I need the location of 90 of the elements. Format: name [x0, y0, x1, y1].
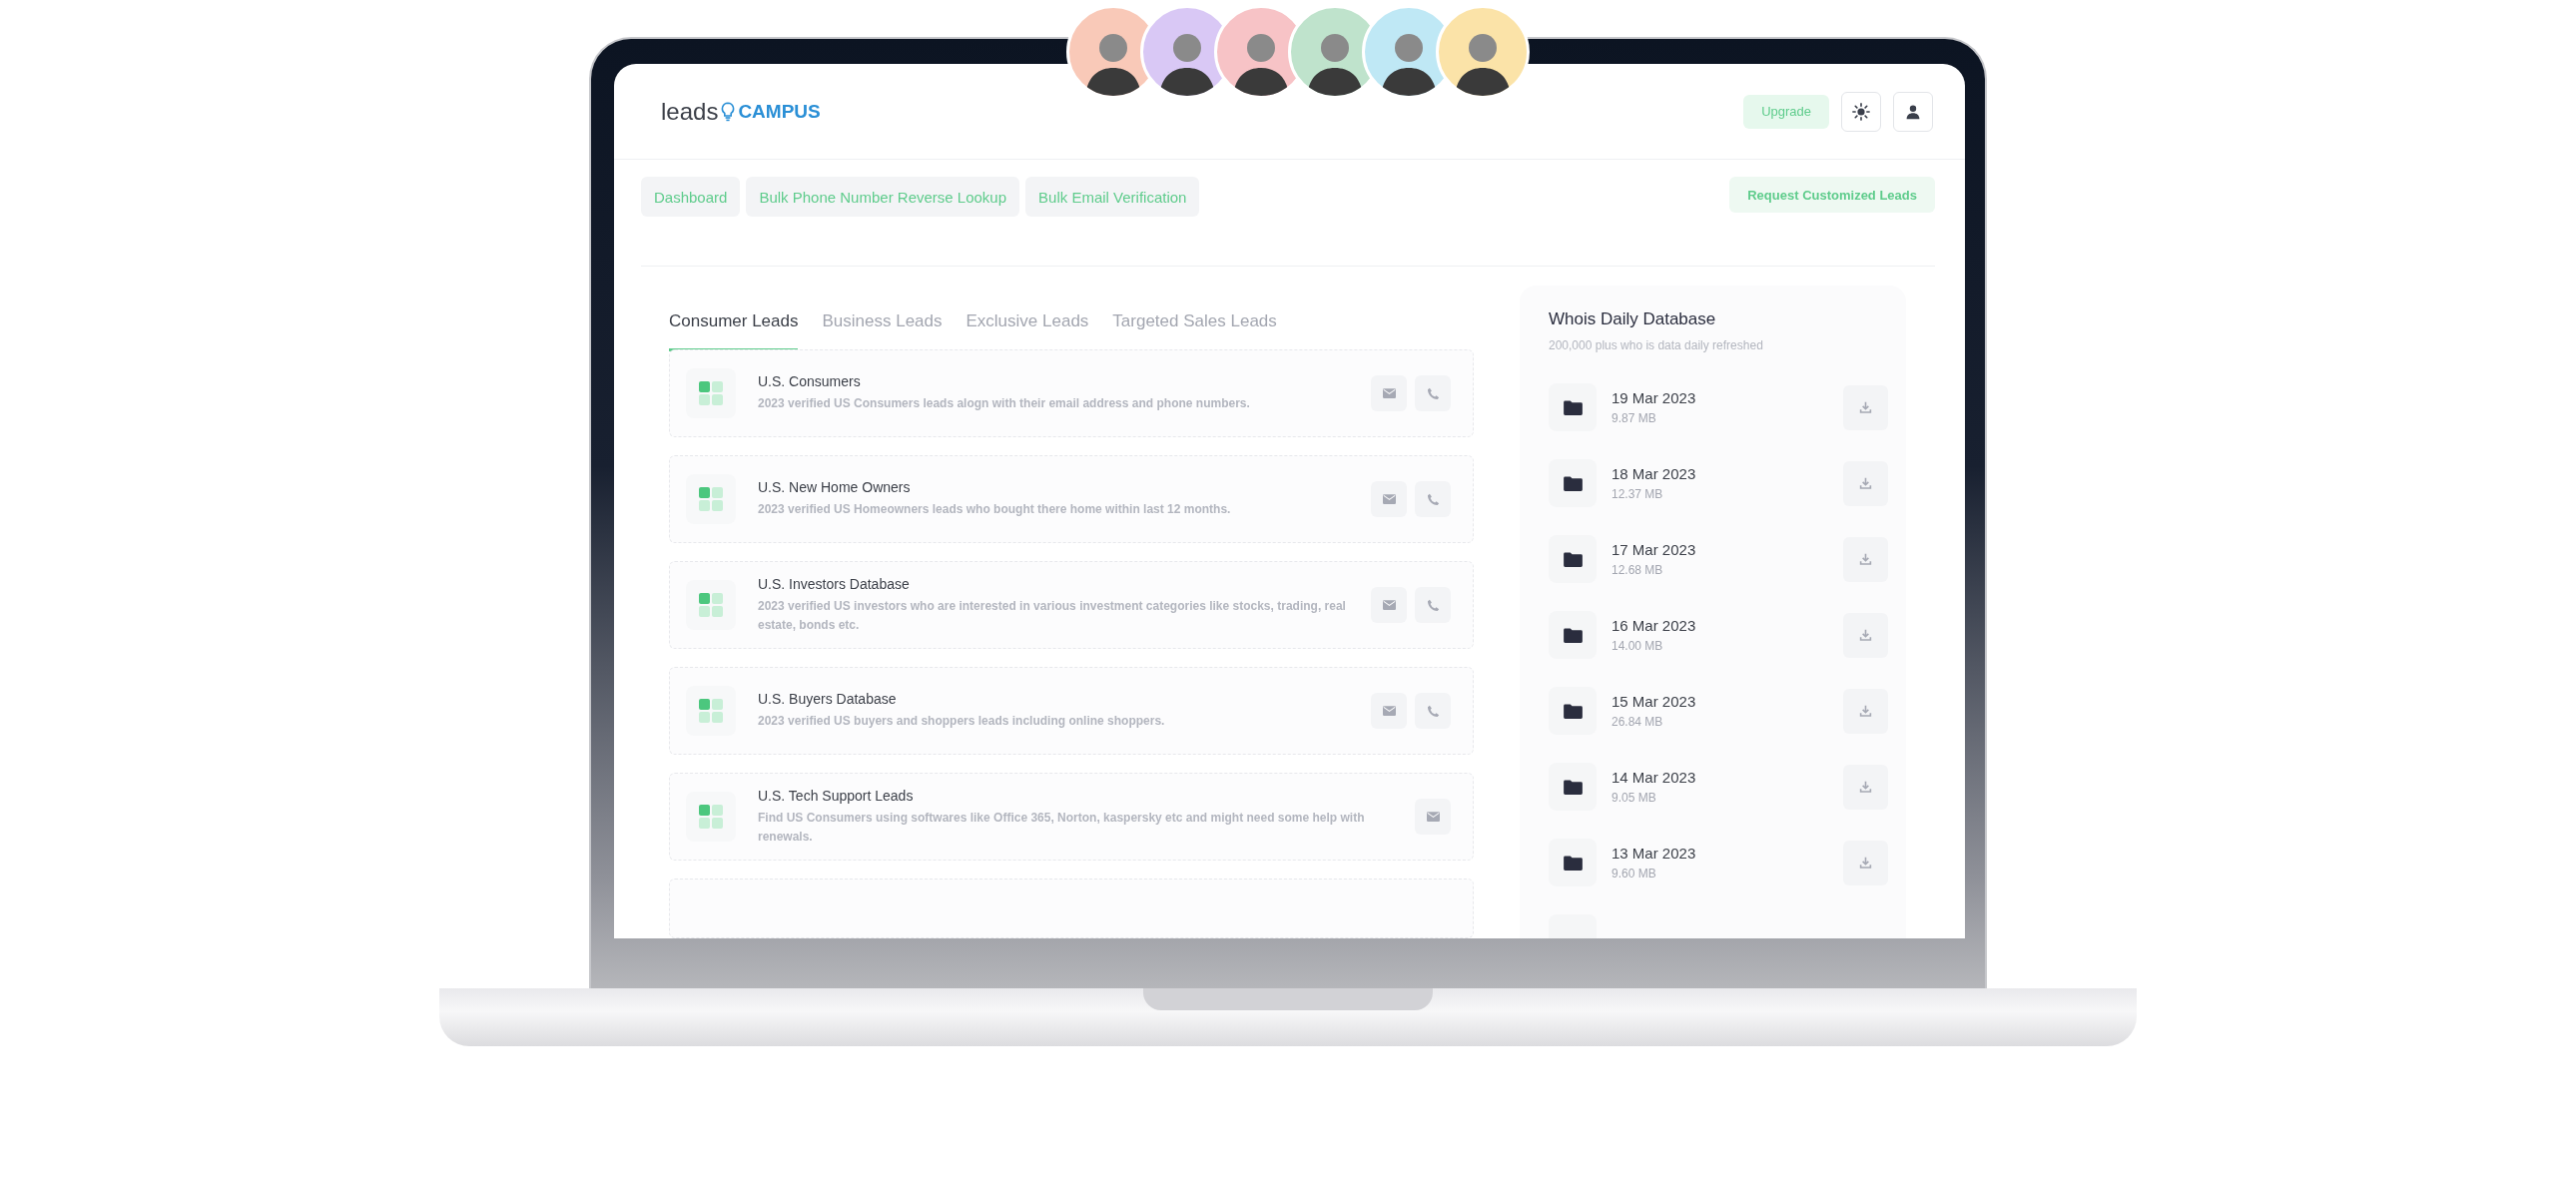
- nav-button[interactable]: Bulk Phone Number Reverse Lookup: [746, 177, 1020, 217]
- phone-icon: [1426, 704, 1440, 718]
- tab[interactable]: Business Leads: [822, 294, 943, 351]
- file-size: 9.05 MB: [1611, 791, 1657, 805]
- nav-button[interactable]: Dashboard: [641, 177, 741, 217]
- folder-icon: [1549, 459, 1597, 507]
- file-size: 12.68 MB: [1611, 563, 1664, 577]
- grid-icon: [686, 580, 736, 630]
- email-button[interactable]: [1415, 799, 1451, 835]
- logo-text: leads: [661, 97, 719, 126]
- mail-icon: [1382, 706, 1396, 716]
- phone-icon: [1426, 386, 1440, 400]
- file-date: 17 Mar 2023: [1611, 541, 1697, 558]
- lead-description: 2023 verified US buyers and shoppers leads including online shoppers.: [758, 713, 1166, 731]
- download-icon: [1859, 704, 1872, 718]
- file-date: 18 Mar 2023: [1611, 465, 1697, 482]
- user-button[interactable]: [1893, 91, 1933, 132]
- folder-icon: [1549, 839, 1597, 886]
- download-button[interactable]: [1843, 536, 1888, 582]
- file-date: 13 Mar 2023: [1611, 845, 1697, 862]
- phone-icon: [1426, 598, 1440, 612]
- mail-icon: [1382, 600, 1396, 610]
- download-icon: [1859, 476, 1872, 490]
- download-button[interactable]: [1843, 840, 1888, 885]
- phone-button[interactable]: [1415, 693, 1451, 729]
- download-icon: [1859, 780, 1872, 794]
- lead-title: U.S. Buyers Database: [758, 691, 898, 708]
- mail-icon: [1382, 388, 1396, 398]
- lead-title: U.S. Consumers: [758, 373, 862, 390]
- nav-button[interactable]: Bulk Email Verification: [1025, 177, 1200, 217]
- tab[interactable]: Exclusive Leads: [966, 294, 1089, 351]
- theme-button[interactable]: [1841, 91, 1881, 132]
- panel-title: Whois Daily Database: [1549, 309, 1717, 329]
- panel-subtitle: 200,000 plus who is data daily refreshed: [1549, 338, 1764, 352]
- grid-icon: [686, 368, 736, 418]
- upgrade-button[interactable]: Upgrade: [1743, 94, 1829, 129]
- phone-button[interactable]: [1415, 587, 1451, 623]
- grid-icon: [686, 792, 736, 842]
- file-size: 26.84 MB: [1611, 715, 1664, 729]
- lead-description: 2023 verified US Consumers leads alogn with their email address and phone numbers.: [758, 395, 1251, 413]
- download-button[interactable]: [1843, 612, 1888, 658]
- file-date: 19 Mar 2023: [1611, 389, 1697, 406]
- email-button[interactable]: [1371, 693, 1407, 729]
- sun-icon: [1852, 102, 1870, 121]
- lead-description: 2023 verified US Homeowners leads who bought there home within last 12 months.: [758, 501, 1232, 519]
- phone-button[interactable]: [1415, 375, 1451, 411]
- download-icon: [1859, 552, 1872, 566]
- mail-icon: [1426, 812, 1440, 822]
- logo-text: CAMPUS: [738, 100, 821, 123]
- folder-icon: [1549, 763, 1597, 811]
- user-icon: [1905, 103, 1921, 120]
- lightbulb-icon: [720, 99, 737, 124]
- lead-card[interactable]: U.S. New Home Owners 2023 verified US Homeowners leads who bought there home within last 12 months.: [669, 455, 1474, 543]
- folder-icon: [1549, 687, 1597, 735]
- email-button[interactable]: [1371, 375, 1407, 411]
- file-date: 14 Mar 2023: [1611, 769, 1697, 786]
- lead-card[interactable]: U.S. Tech Support Leads Find US Consumers using softwares like Office 365, Norton, kaspersky etc and might need some help with renewals.: [669, 773, 1474, 861]
- lead-description: Find US Consumers using softwares like Office 365, Norton, kaspersky etc and might need some help with renewals.: [758, 809, 1366, 846]
- lead-title: U.S. New Home Owners: [758, 479, 912, 496]
- phone-icon: [1426, 492, 1440, 506]
- download-button[interactable]: [1843, 688, 1888, 734]
- lead-title: U.S. Tech Support Leads: [758, 787, 915, 804]
- file-size: 14.00 MB: [1611, 639, 1664, 653]
- phone-button[interactable]: [1415, 481, 1451, 517]
- lead-card[interactable]: U.S. Consumers 2023 verified US Consumers leads alogn with their email address and phone numbers.: [669, 349, 1474, 437]
- download-button[interactable]: [1843, 764, 1888, 810]
- lead-card[interactable]: U.S. Buyers Database 2023 verified US buyers and shoppers leads including online shoppers.: [669, 667, 1474, 755]
- file-size: 12.37 MB: [1611, 487, 1664, 501]
- request-leads-button[interactable]: Request Customized Leads: [1729, 177, 1935, 213]
- email-button[interactable]: [1371, 587, 1407, 623]
- tab[interactable]: Targeted Sales Leads: [1112, 294, 1277, 351]
- mail-icon: [1382, 494, 1396, 504]
- grid-icon: [686, 686, 736, 736]
- folder-icon: [1549, 383, 1597, 431]
- download-button[interactable]: [1843, 384, 1888, 430]
- file-date: 16 Mar 2023: [1611, 617, 1697, 634]
- download-icon: [1859, 628, 1872, 642]
- email-button[interactable]: [1371, 481, 1407, 517]
- file-size: 9.87 MB: [1611, 411, 1657, 425]
- lead-title: U.S. Investors Database: [758, 575, 911, 592]
- grid-icon: [686, 474, 736, 524]
- download-button[interactable]: [1843, 460, 1888, 506]
- file-date: 15 Mar 2023: [1611, 693, 1697, 710]
- folder-icon: [1549, 535, 1597, 583]
- download-icon: [1859, 856, 1872, 870]
- lead-description: 2023 verified US investors who are interested in various investment categories like stocks, trading, real estate, bonds etc.: [758, 597, 1347, 634]
- download-icon: [1859, 400, 1872, 414]
- file-size: 9.60 MB: [1611, 867, 1657, 881]
- lead-card[interactable]: U.S. Investors Database 2023 verified US investors who are interested in various investment categories like stocks, trading, real estate, bonds etc.: [669, 561, 1474, 649]
- folder-icon: [1549, 611, 1597, 659]
